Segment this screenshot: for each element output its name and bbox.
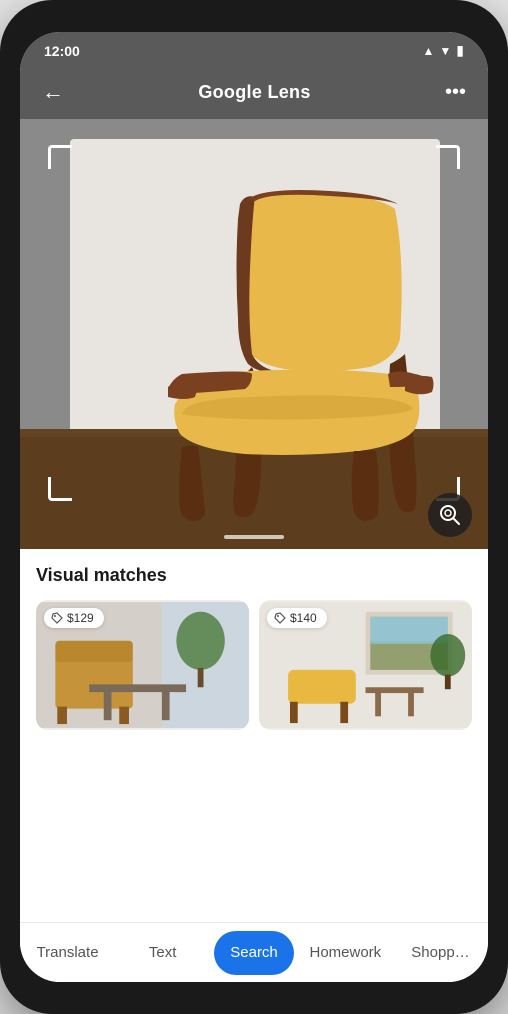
tab-bar: Translate Text Search Homework Shopp… — [20, 922, 488, 982]
app-top-bar: ← Google Lens ••• — [20, 65, 488, 119]
tab-search[interactable]: Search — [214, 931, 294, 975]
title-regular: Google — [198, 82, 267, 102]
tag-icon-1 — [51, 612, 63, 624]
title-bold: Lens — [267, 82, 310, 102]
price-tag-2: $140 — [267, 608, 327, 628]
price-1: $129 — [67, 611, 94, 625]
price-2: $140 — [290, 611, 317, 625]
battery-icon: ▮ — [456, 42, 464, 59]
tab-shopping[interactable]: Shopp… — [393, 923, 488, 982]
more-button[interactable]: ••• — [441, 77, 470, 108]
results-area: Visual matches — [20, 549, 488, 922]
status-bar: 12:00 ▲ ▼ ▮ — [20, 32, 488, 65]
visual-matches-title: Visual matches — [36, 565, 472, 586]
corner-tr — [436, 145, 460, 169]
drag-handle — [224, 535, 284, 539]
corner-bl — [48, 477, 72, 501]
camera-view — [20, 119, 488, 549]
tag-icon-2 — [274, 612, 286, 624]
matches-grid: $129 — [36, 600, 472, 730]
phone-frame: 12:00 ▲ ▼ ▮ ← Google Lens ••• — [0, 0, 508, 1014]
signal-icon: ▲ — [423, 44, 435, 58]
status-icons: ▲ ▼ ▮ — [423, 42, 465, 59]
tab-homework[interactable]: Homework — [298, 923, 393, 982]
selection-box — [48, 145, 460, 501]
match-card-2[interactable]: $140 — [259, 600, 472, 730]
match-card-1[interactable]: $129 — [36, 600, 249, 730]
lens-search-icon — [437, 502, 463, 528]
phone-screen: 12:00 ▲ ▼ ▮ ← Google Lens ••• — [20, 32, 488, 982]
lens-search-button[interactable] — [428, 493, 472, 537]
app-title: Google Lens — [198, 82, 310, 103]
wifi-icon: ▼ — [439, 44, 451, 58]
corner-tl — [48, 145, 72, 169]
price-tag-1: $129 — [44, 608, 104, 628]
back-button[interactable]: ← — [38, 75, 68, 109]
tab-translate[interactable]: Translate — [20, 923, 115, 982]
tab-text[interactable]: Text — [115, 923, 210, 982]
status-time: 12:00 — [44, 43, 80, 59]
